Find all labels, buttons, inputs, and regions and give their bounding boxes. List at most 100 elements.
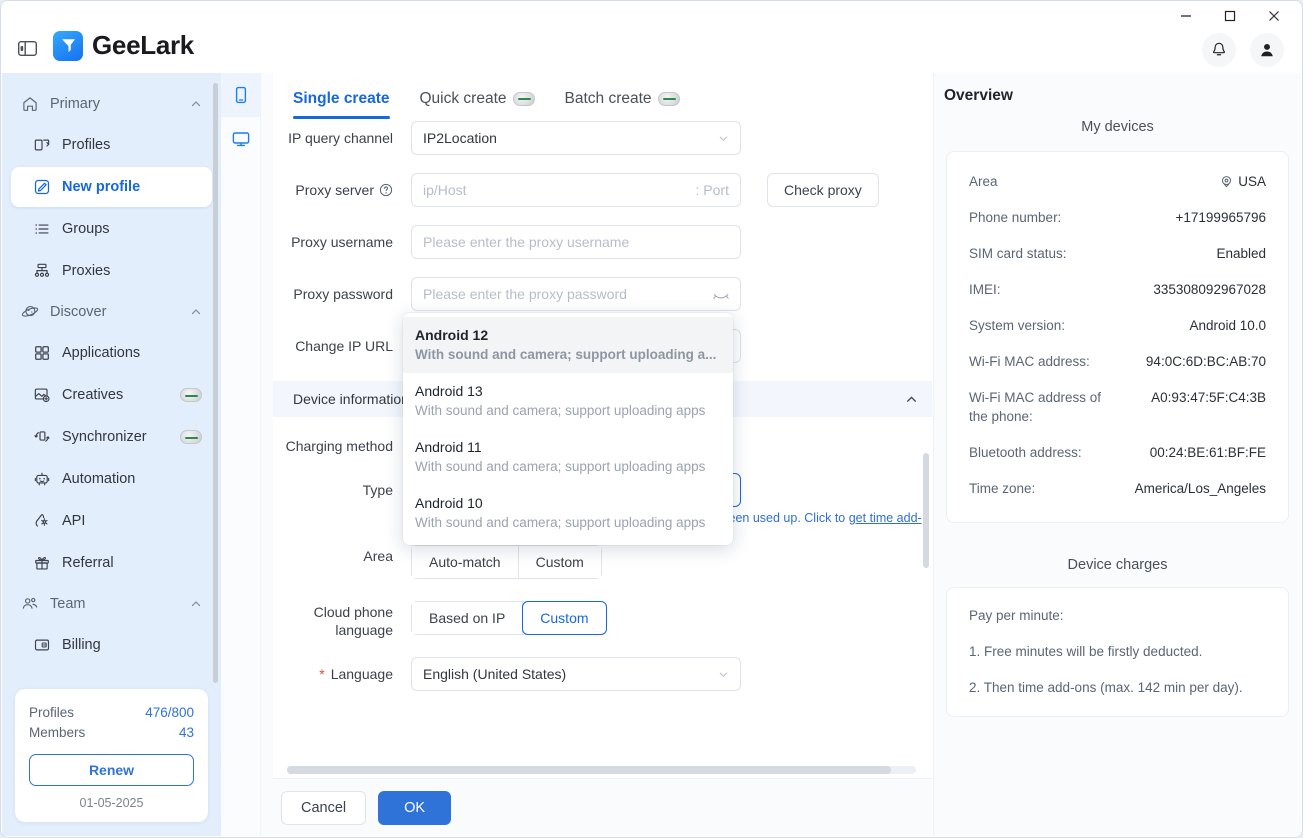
geelark-logo-icon (53, 30, 83, 61)
sidebar-group-discover[interactable]: Discover (11, 293, 212, 331)
sidebar-item-label: Billing (62, 637, 101, 653)
user-avatar-icon[interactable] (1250, 33, 1284, 67)
sidebar-item-new-profile[interactable]: New profile (11, 167, 212, 207)
plan-summary-card: Profiles 476/800 Members 43 Renew 01-05-… (15, 689, 208, 822)
sidebar-item-referral[interactable]: Referral (11, 543, 212, 583)
panel-toggle-icon[interactable] (16, 37, 38, 59)
tab-batch-create[interactable]: Batch create (565, 90, 680, 119)
planet-icon (21, 303, 39, 321)
sidebar-group-team[interactable]: Team (11, 585, 212, 623)
sidebar-item-label: New profile (62, 179, 141, 195)
sync-devices-icon (33, 428, 51, 446)
form-horizontal-scrollbar[interactable] (287, 766, 916, 774)
device-info-row: Wi-Fi MAC address of the phone: A0:93:47… (969, 388, 1266, 426)
sidebar-item-creatives[interactable]: Creatives (11, 375, 212, 415)
sidebar-item-label: Referral (62, 555, 114, 571)
device-information-label: Device information (293, 391, 409, 407)
sidebar-item-label: Automation (62, 471, 136, 487)
close-button[interactable] (1252, 1, 1296, 31)
proxy-server-label: Proxy server (273, 173, 393, 199)
tab-quick-create[interactable]: Quick create (420, 90, 535, 119)
device-info-value: Enabled (1216, 246, 1266, 261)
sidebar-item-proxies[interactable]: Proxies (11, 251, 212, 291)
create-profile-form: Single create Quick create Batch create … (273, 73, 932, 778)
bell-icon[interactable] (1202, 33, 1236, 67)
area-option-custom[interactable]: Custom (518, 546, 601, 578)
sidebar-item-label: Groups (62, 221, 110, 237)
dropdown-option-android-12[interactable]: Android 12 With sound and camera; suppor… (403, 317, 733, 373)
language-select[interactable]: English (United States) (411, 657, 741, 691)
dropdown-option-title: Android 10 (415, 495, 483, 511)
device-info-key: Wi-Fi MAC address of the phone: (969, 390, 1102, 424)
header-actions (1202, 33, 1284, 67)
sidebar-item-synchronizer[interactable]: Synchronizer (11, 417, 212, 457)
device-info-row: SIM card status: Enabled (969, 244, 1266, 263)
sidebar-item-profiles[interactable]: Profiles (11, 125, 212, 165)
dropdown-option-android-13[interactable]: Android 13 With sound and camera; suppor… (403, 373, 733, 429)
tab-single-create[interactable]: Single create (293, 90, 390, 119)
dropdown-option-android-10[interactable]: Android 10 With sound and camera; suppor… (403, 485, 733, 541)
chevron-down-icon (718, 133, 729, 144)
check-proxy-button[interactable]: Check proxy (767, 173, 879, 207)
sidebar-scrollbar[interactable] (213, 83, 218, 683)
sidebar-item-groups[interactable]: Groups (11, 209, 212, 249)
cloud-phone-language-segmented-control: Based on IP Custom (411, 601, 607, 635)
proxy-username-input[interactable]: Please enter the proxy username (411, 225, 741, 259)
row-language: Language English (United States) (273, 657, 932, 691)
proxy-server-input[interactable]: ip/Host : Port (411, 173, 741, 207)
plan-members-label: Members (29, 725, 86, 740)
ok-button[interactable]: OK (378, 790, 452, 825)
cancel-button[interactable]: Cancel (281, 790, 367, 825)
minimize-button[interactable] (1164, 1, 1208, 31)
device-charges-label: Device charges (1067, 557, 1168, 573)
home-icon (21, 95, 39, 113)
cloud-phone-language-control: Based on IP Custom (411, 597, 607, 635)
renew-button[interactable]: Renew (29, 754, 194, 786)
sidebar-item-billing[interactable]: Billing (11, 625, 212, 665)
chevron-up-icon[interactable] (905, 393, 918, 406)
sidebar-item-applications[interactable]: Applications (11, 333, 212, 373)
sidebar-item-automation[interactable]: Automation (11, 459, 212, 499)
dropdown-option-title: Android 11 (415, 439, 482, 455)
device-info-value: USA (1220, 172, 1266, 191)
api-icon (33, 512, 51, 530)
device-info-value: 94:0C:6D:BC:AB:70 (1145, 354, 1266, 369)
sidebar-group-primary[interactable]: Primary (11, 85, 212, 123)
form-footer: Cancel OK (273, 778, 932, 836)
sidebar: Primary Profiles New profile Groups Prox… (2, 73, 221, 836)
maximize-button[interactable] (1208, 1, 1252, 31)
area-option-auto-match[interactable]: Auto-match (412, 546, 519, 578)
eye-off-icon[interactable] (713, 287, 729, 301)
plan-expiry-date: 01-05-2025 (79, 796, 144, 810)
proxy-password-input[interactable]: Please enter the proxy password (411, 277, 741, 311)
language-label: Language (273, 657, 393, 683)
proxy-password-placeholder: Please enter the proxy password (423, 286, 627, 302)
sidebar-group-label: Primary (50, 96, 100, 112)
dropdown-option-subtitle: With sound and camera; support uploading… (415, 347, 717, 362)
location-pin-icon (1220, 175, 1233, 188)
application-window: GeeLark Primary Profiles New profile Gro… (0, 0, 1303, 838)
rail-item-phone[interactable] (221, 73, 260, 117)
rail-item-desktop[interactable] (221, 117, 260, 161)
device-info-key: Phone number: (969, 210, 1062, 225)
cloud-language-option-custom[interactable]: Custom (522, 601, 607, 635)
sidebar-group-label: Team (50, 596, 86, 612)
billing-card-icon (33, 636, 51, 654)
form-vertical-scrollbar[interactable] (923, 453, 929, 568)
sidebar-item-api[interactable]: API (11, 501, 212, 541)
plan-members-row: Members 43 (29, 723, 194, 743)
question-circle-icon[interactable] (379, 183, 393, 197)
ip-query-channel-select[interactable]: IP2Location (411, 121, 741, 155)
dropdown-option-subtitle: With sound and camera; support uploading… (415, 459, 706, 474)
profiles-icon (33, 136, 51, 154)
sidebar-item-label: Applications (62, 345, 141, 361)
proxy-network-icon (33, 262, 51, 280)
dropdown-option-subtitle: With sound and camera; support uploading… (415, 403, 706, 418)
device-info-row: Area USA (969, 172, 1266, 191)
area-control: Auto-match Custom (411, 541, 602, 579)
cloud-language-option-based-on-ip[interactable]: Based on IP (412, 602, 524, 634)
window-controls (1164, 1, 1296, 31)
dropdown-option-android-11[interactable]: Android 11 With sound and camera; suppor… (403, 429, 733, 485)
sidebar-group-label: Discover (50, 304, 107, 320)
title-bar: GeeLark (1, 1, 1302, 73)
